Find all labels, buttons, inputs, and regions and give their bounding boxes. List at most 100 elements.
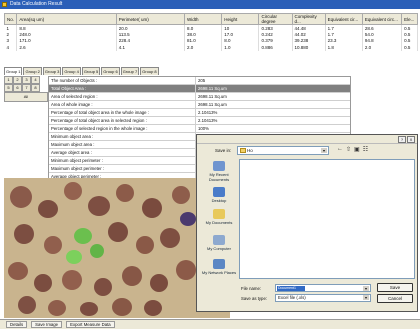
tab-group-1[interactable]: Group 1	[4, 67, 23, 75]
table-cell: 0.886	[258, 44, 293, 51]
table-cell: 1.0	[221, 44, 260, 51]
chevron-down-icon[interactable]: ▾	[363, 286, 369, 291]
group-cell-button[interactable]: 3	[22, 76, 31, 84]
blood-cell	[150, 274, 168, 292]
property-label: Average object area :	[49, 149, 196, 156]
column-header[interactable]: Equivalent cir...	[324, 13, 363, 25]
save-as-dialog: ? X Save in: Ho ▾ ← ⇧ ▣ ☷ My Recent Docu…	[196, 134, 418, 312]
file-name-input[interactable]: Document1 ▾	[275, 284, 371, 292]
group-cell-button[interactable]: 2	[13, 76, 22, 84]
save-in-label: Save in:	[215, 148, 232, 153]
cancel-button[interactable]: Cancel	[377, 294, 413, 303]
property-row: Area of whole image :2698.11 Sq.um	[49, 101, 350, 109]
column-header[interactable]: Area(sq um)	[16, 13, 117, 25]
tab-group-8[interactable]: Group 8	[140, 67, 159, 75]
table-cell: 0.5	[401, 44, 418, 51]
blood-cell	[18, 296, 36, 314]
save-as-type-select[interactable]: Excel file (.xls) ▾	[275, 294, 371, 302]
help-button[interactable]: ?	[398, 136, 406, 143]
blood-cell	[44, 236, 62, 254]
property-value: 100%	[198, 126, 209, 131]
all-groups-button[interactable]: All	[4, 92, 48, 102]
group-cell-button[interactable]: 4	[31, 76, 40, 84]
column-header[interactable]: Ele...	[401, 13, 418, 25]
group-cell-button[interactable]: 1	[4, 76, 13, 84]
window-titlebar: Data Calculation Result	[0, 0, 420, 9]
blood-cell	[62, 270, 82, 290]
new-folder-icon[interactable]: ▣	[354, 146, 360, 153]
blood-cell	[8, 262, 28, 280]
property-value: 2.10413%	[198, 118, 218, 123]
recent-documents-icon	[213, 161, 225, 171]
window-title: Data Calculation Result	[10, 1, 63, 7]
column-header[interactable]: Height	[221, 13, 260, 25]
tab-group-3[interactable]: Group 3	[42, 67, 62, 75]
tab-group-5[interactable]: Group 5	[81, 67, 101, 75]
column-header[interactable]: Perimeter( um)	[115, 13, 185, 25]
column-header[interactable]: Circular degree	[258, 13, 293, 25]
group-cell-button[interactable]: 5	[4, 84, 13, 92]
bottom-toolbar: Details Save Image Export Measure Data	[0, 319, 420, 329]
details-button[interactable]: Details	[6, 321, 28, 328]
place-my-documents[interactable]: My Documents	[201, 209, 237, 225]
highlighted-cell	[90, 244, 104, 258]
tab-group-6[interactable]: Group 6	[101, 67, 120, 75]
group-cell-button[interactable]: 7	[22, 84, 31, 92]
export-measure-data-button[interactable]: Export Measure Data	[66, 321, 115, 328]
save-button[interactable]: Save	[377, 283, 413, 292]
group-tabs: Group 1 Group 2 Group 3 Group 4 Group 5 …	[4, 67, 159, 75]
dialog-titlebar: ? X	[197, 135, 417, 144]
property-label: Maximum object perimeter :	[49, 165, 196, 172]
tab-group-2[interactable]: Group 2	[23, 67, 42, 75]
column-header[interactable]: Complexity d...	[291, 13, 326, 25]
blood-cell	[160, 228, 180, 248]
column-header[interactable]: No.	[3, 13, 18, 25]
group-cell-button[interactable]: 8	[31, 84, 40, 92]
table-cell: 2.0	[362, 44, 403, 51]
tab-group-7[interactable]: Group 7	[120, 67, 140, 75]
column-header[interactable]: Width	[183, 13, 223, 25]
back-icon[interactable]: ←	[337, 146, 343, 153]
property-label: Percentage of total object area in the w…	[49, 109, 196, 116]
save-as-type-label: Save as type:	[241, 296, 268, 301]
save-as-type-value: Excel file (.xls)	[278, 295, 306, 300]
property-label: Minimum object area :	[49, 133, 196, 140]
property-value: 205	[198, 78, 206, 83]
file-name-label: File name:	[241, 286, 262, 291]
blood-cell	[172, 186, 190, 204]
group-cell-button[interactable]: 6	[13, 84, 22, 92]
blood-cell	[144, 300, 162, 316]
up-folder-icon[interactable]: ⇧	[346, 146, 351, 153]
place-recent-documents[interactable]: My Recent Documents	[201, 161, 237, 182]
views-menu-icon[interactable]: ☷	[363, 146, 368, 153]
blood-cell	[38, 200, 58, 218]
blood-cell	[88, 196, 110, 216]
property-label: Maximum object area :	[49, 141, 196, 148]
dialog-toolbar: ← ⇧ ▣ ☷	[337, 146, 368, 153]
stained-cell	[180, 212, 196, 226]
file-list[interactable]	[239, 159, 415, 279]
network-places-icon	[213, 259, 225, 269]
place-my-network-places[interactable]: My Network Places	[201, 259, 237, 275]
blood-cell	[80, 302, 98, 316]
place-label: My Recent Documents	[208, 172, 230, 182]
place-desktop[interactable]: Desktop	[201, 187, 237, 203]
save-image-button[interactable]: Save Image	[31, 321, 63, 328]
property-row-selected[interactable]: Total Object Area :2698.11 Sq.um	[49, 85, 350, 93]
save-in-value: Ho	[247, 148, 253, 153]
column-header[interactable]: Equivalent circ...	[361, 13, 403, 25]
chevron-down-icon[interactable]: ▾	[321, 148, 327, 153]
table-cell: 2.0	[184, 44, 223, 51]
place-my-computer[interactable]: My Computer	[201, 235, 237, 251]
save-in-dropdown[interactable]: Ho ▾	[237, 146, 329, 155]
chevron-down-icon[interactable]: ▾	[363, 295, 369, 300]
place-label: My Computer	[206, 246, 231, 251]
my-documents-icon	[213, 209, 225, 219]
blood-cell	[48, 300, 66, 316]
close-button[interactable]: X	[407, 136, 415, 143]
property-row: Area of selected region :2698.11 Sq.um	[49, 93, 350, 101]
table-cell: 4.1	[116, 44, 185, 51]
table-row[interactable]: 4 2.6 4.1 2.0 1.0 0.886 10.880 1.8 2.0 0…	[4, 44, 418, 51]
blood-cell	[142, 198, 162, 218]
tab-group-4[interactable]: Group 4	[62, 67, 81, 75]
